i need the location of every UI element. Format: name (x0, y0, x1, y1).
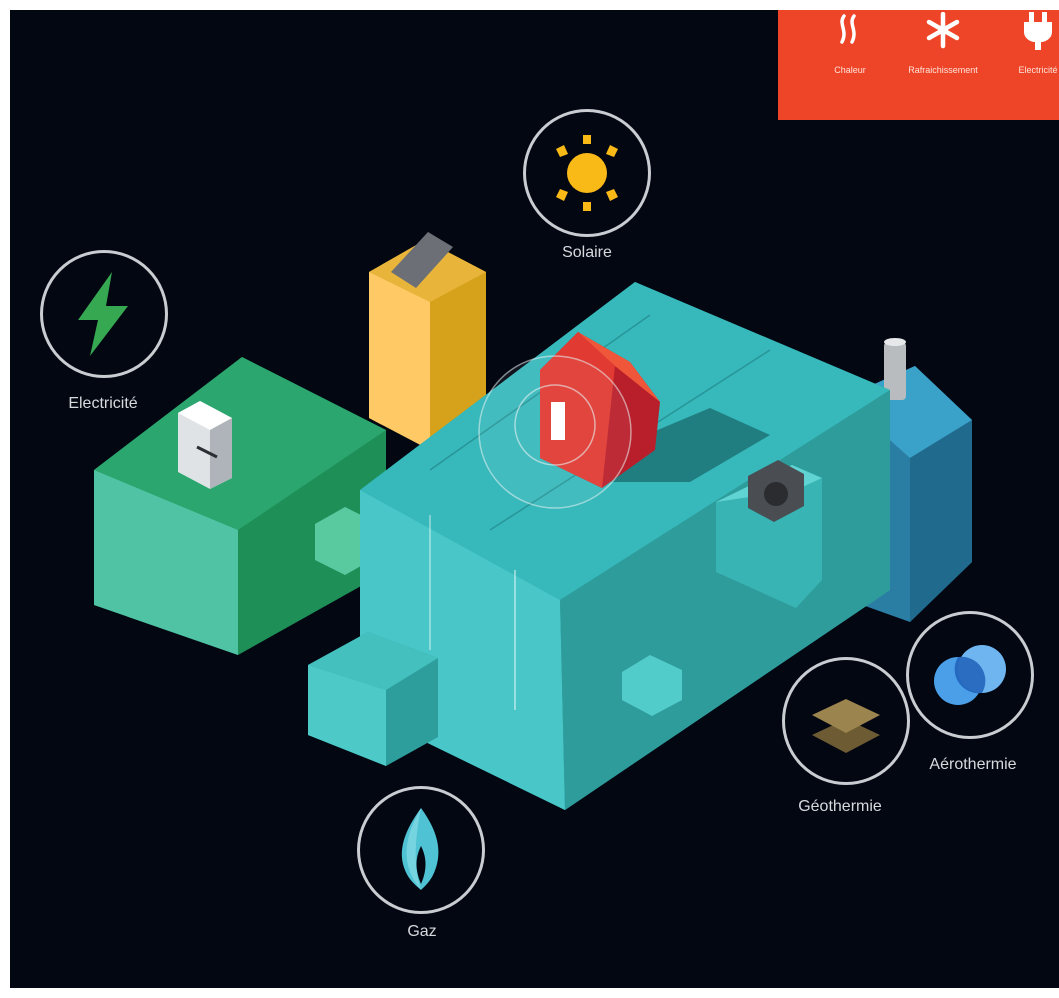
source-label-geothermie: Géothermie (798, 798, 882, 815)
source-label-solaire: Solaire (562, 244, 612, 261)
menu-item-chaleur[interactable]: Chaleur (800, 10, 900, 100)
energy-scene: Chaleur Rafraichissement Electricité Sol… (10, 10, 1059, 988)
lightning-icon (78, 272, 128, 356)
source-aerothermie[interactable] (906, 611, 1036, 741)
menu-label: Rafraichissement (908, 65, 978, 75)
plug-icon (1024, 12, 1052, 50)
source-electricite[interactable] (40, 250, 170, 380)
source-label-aerothermie: Aérothermie (929, 756, 1017, 773)
ground-layers-icon (812, 699, 880, 753)
source-label-gaz: Gaz (407, 923, 437, 940)
source-solaire[interactable] (523, 109, 653, 239)
source-label-electricite: Electricité (68, 395, 138, 412)
snowflake-icon (926, 12, 960, 49)
flame-icon (401, 808, 439, 890)
source-geothermie[interactable] (782, 657, 912, 787)
menu-item-rafraichissement[interactable]: Rafraichissement (893, 10, 993, 100)
source-gaz[interactable] (357, 786, 487, 916)
menu-label: Chaleur (834, 65, 866, 75)
air-circles-icon (934, 645, 1006, 705)
heat-waves-icon (840, 14, 856, 44)
sun-icon (556, 135, 618, 211)
menu-item-electricite[interactable]: Electricité (988, 10, 1059, 100)
energy-menu: Chaleur Rafraichissement Electricité (778, 10, 1059, 120)
menu-label: Electricité (1018, 65, 1058, 75)
